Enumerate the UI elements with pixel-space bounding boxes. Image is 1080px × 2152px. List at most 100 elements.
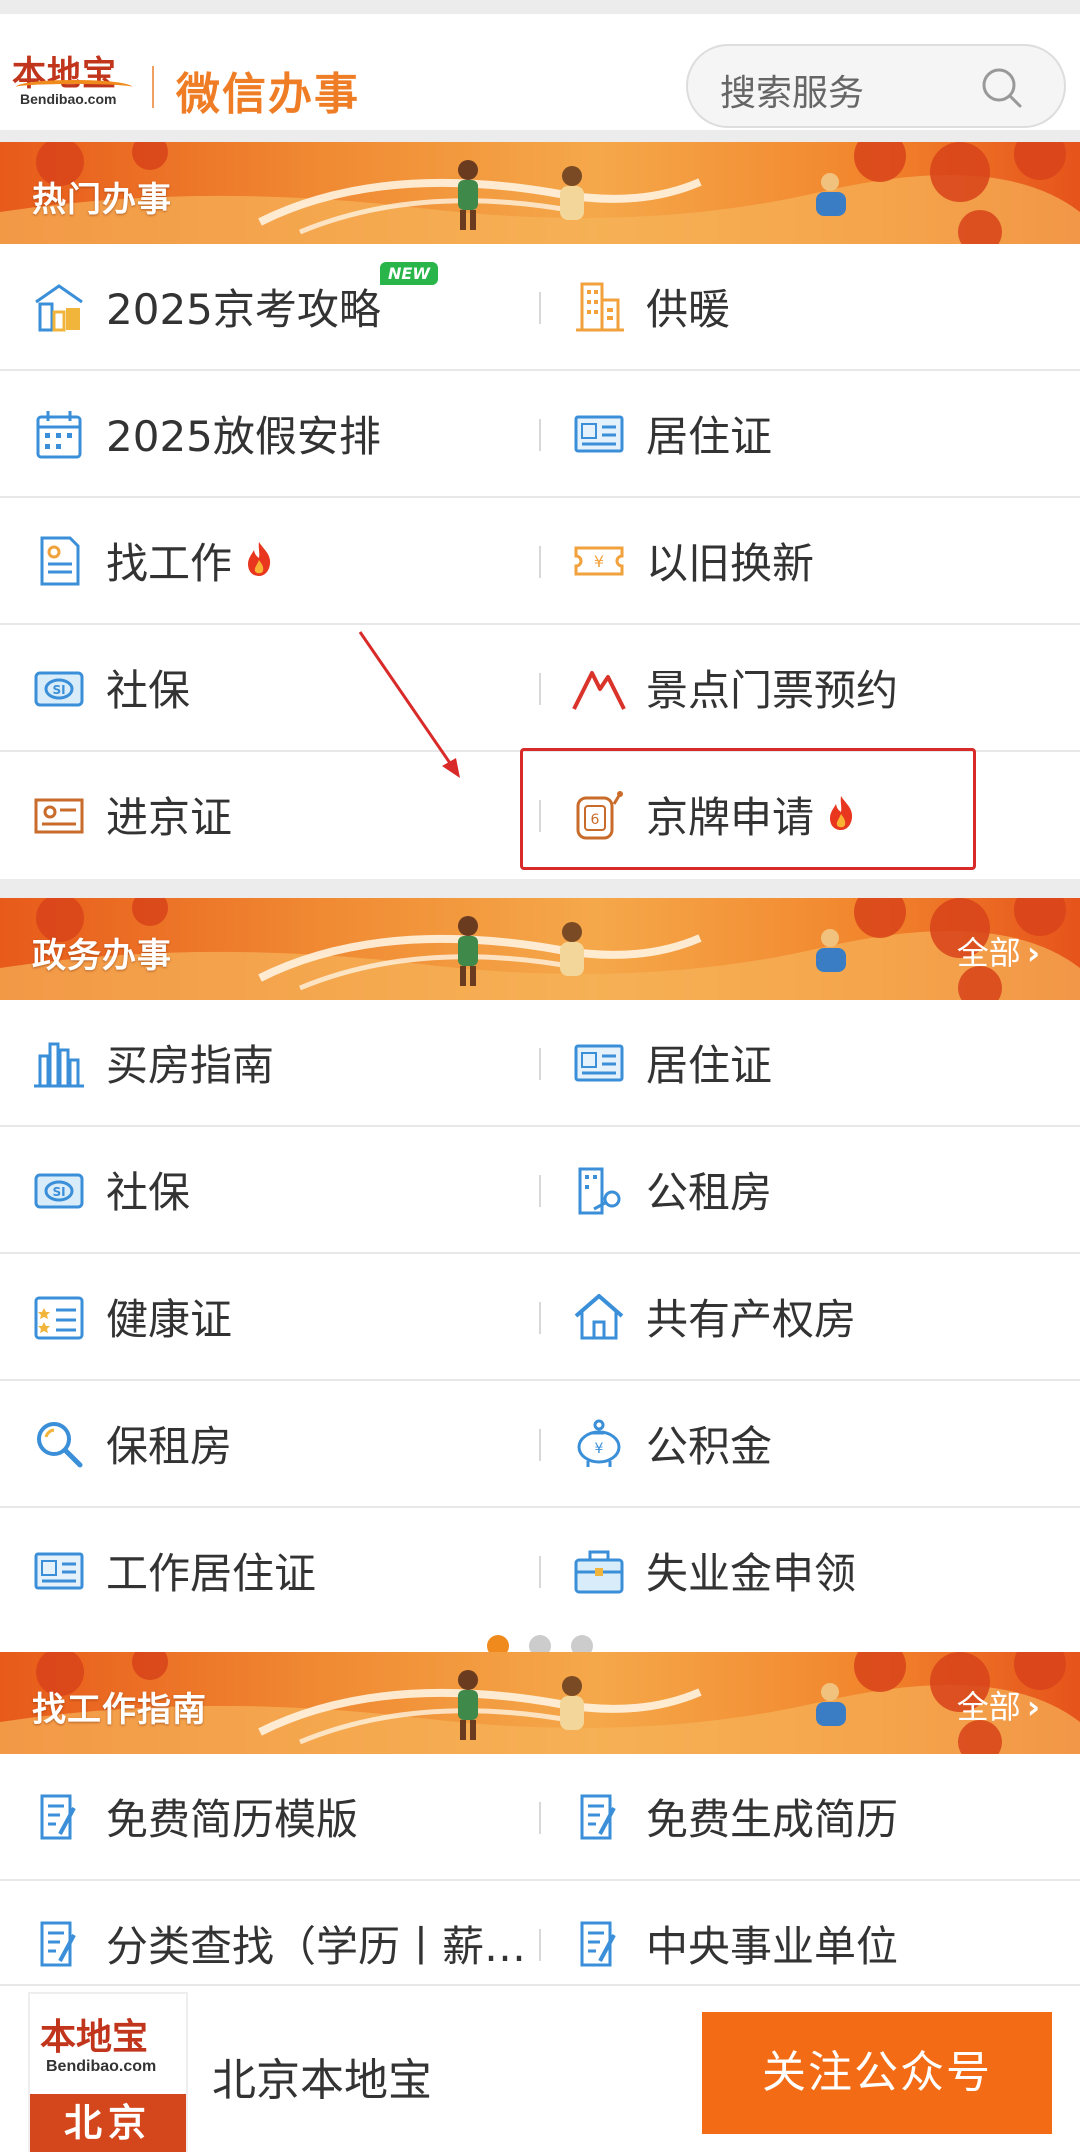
view-all-label: 全部 bbox=[956, 1688, 1021, 1726]
service-row: 2025放假安排 居住证 bbox=[0, 371, 1080, 498]
school-icon bbox=[30, 278, 88, 336]
service-item[interactable]: 找工作 bbox=[30, 498, 530, 623]
service-grid: 免费简历模版 免费生成简历分类查找（学历丨薪… 中央事业单位 bbox=[0, 1754, 1080, 2008]
service-item[interactable]: 失业金申领 bbox=[570, 1508, 1060, 1633]
service-label: 社保 bbox=[106, 1168, 191, 1217]
column-divider bbox=[539, 419, 541, 451]
column-divider bbox=[539, 1556, 541, 1588]
service-item[interactable]: 2025京考攻略 NEW bbox=[30, 244, 530, 369]
column-divider bbox=[539, 1175, 541, 1207]
service-item[interactable]: 进京证 bbox=[30, 752, 530, 877]
footer-logo-text: 本地宝 bbox=[40, 2016, 149, 2058]
footer-logo-domain: Bendibao.com bbox=[46, 2058, 157, 2075]
service-label: 景点门票预约 bbox=[646, 666, 899, 715]
section-2: 找工作指南 全部 › 免费简历模版 免费生成简历分类查找（学历丨薪… 中央事业单位 bbox=[0, 1652, 1080, 2008]
section-banner: 找工作指南 全部 › bbox=[0, 1652, 1080, 1754]
coupon-icon: ¥ bbox=[570, 532, 628, 590]
id-card-icon bbox=[570, 405, 628, 463]
section-banner: 政务办事 全部 › bbox=[0, 898, 1080, 1000]
service-item[interactable]: 居住证 bbox=[570, 371, 1060, 496]
service-item[interactable]: 买房指南 bbox=[30, 1000, 530, 1125]
service-label: 保租房 bbox=[106, 1422, 233, 1471]
search-icon bbox=[30, 1415, 88, 1473]
section-1: 政务办事 全部 › 买房指南 居住证 SI 社保 公租房 健康证 共有产权房 保租房 ¥ 公积金 工作居住… bbox=[0, 898, 1080, 1675]
column-divider bbox=[539, 1048, 541, 1080]
social-security-icon: SI bbox=[30, 659, 88, 717]
account-name: 北京本地宝 bbox=[212, 2055, 432, 2106]
service-label: 工作居住证 bbox=[106, 1549, 317, 1598]
service-item[interactable]: SI 社保 bbox=[30, 625, 530, 750]
service-item[interactable]: 工作居住证 bbox=[30, 1508, 530, 1633]
service-item[interactable]: 共有产权房 bbox=[570, 1254, 1060, 1379]
service-item[interactable]: 居住证 bbox=[570, 1000, 1060, 1125]
service-row: SI 社保 景点门票预约 bbox=[0, 625, 1080, 752]
service-item[interactable]: 保租房 bbox=[30, 1381, 530, 1506]
account-avatar[interactable]: 本地宝 Bendibao.com 北京 bbox=[28, 1992, 188, 2152]
view-all-label: 全部 bbox=[956, 934, 1021, 972]
search-input[interactable]: 搜索服务 bbox=[686, 44, 1066, 128]
service-label: 居住证 bbox=[646, 412, 773, 461]
service-label: 免费生成简历 bbox=[646, 1795, 899, 1844]
service-item[interactable]: ¥ 公积金 bbox=[570, 1381, 1060, 1506]
id-card-icon bbox=[30, 1542, 88, 1600]
svg-text:SI: SI bbox=[52, 1185, 65, 1199]
service-label: 社保 bbox=[106, 666, 191, 715]
service-item[interactable]: ¥ 以旧换新 bbox=[570, 498, 1060, 623]
service-label: 2025放假安排 bbox=[106, 412, 381, 461]
column-divider bbox=[539, 1302, 541, 1334]
service-item[interactable]: 免费生成简历 bbox=[570, 1754, 1060, 1879]
briefcase-icon bbox=[570, 1542, 628, 1600]
service-label: 分类查找（学历丨薪… bbox=[106, 1922, 527, 1971]
section-title: 找工作指南 bbox=[32, 1690, 207, 1730]
new-badge: NEW bbox=[380, 262, 438, 285]
logo-separator bbox=[152, 66, 154, 108]
city-icon bbox=[30, 1034, 88, 1092]
health-card-icon bbox=[30, 1288, 88, 1346]
service-label: 健康证 bbox=[106, 1295, 233, 1344]
svg-text:¥: ¥ bbox=[594, 552, 604, 571]
service-item[interactable]: 免费简历模版 bbox=[30, 1754, 530, 1879]
logo-arc bbox=[16, 80, 132, 94]
hot-fire-icon bbox=[232, 540, 274, 582]
service-label: 中央事业单位 bbox=[646, 1922, 899, 1971]
service-label: 找工作 bbox=[106, 539, 233, 588]
service-row: 2025京考攻略 NEW 供暖 bbox=[0, 244, 1080, 371]
bendibao-logo[interactable]: 本地宝 Bendibao.com bbox=[12, 46, 136, 112]
service-label: 免费简历模版 bbox=[106, 1795, 359, 1844]
follow-account-button[interactable]: 关注公众号 bbox=[702, 2012, 1052, 2134]
section-title: 政务办事 bbox=[32, 936, 172, 976]
service-item[interactable]: 供暖 bbox=[570, 244, 1060, 369]
footer-bar: 本地宝 Bendibao.com 北京 北京本地宝 关注公众号 bbox=[0, 1984, 1080, 2152]
edit-doc-icon bbox=[30, 1915, 88, 1973]
footer-city-label: 北京 bbox=[30, 2094, 186, 2152]
piggy-bank-icon: ¥ bbox=[570, 1415, 628, 1473]
service-row: 免费简历模版 免费生成简历 bbox=[0, 1754, 1080, 1881]
service-item[interactable]: 健康证 bbox=[30, 1254, 530, 1379]
edit-doc-icon bbox=[570, 1915, 628, 1973]
chevron-right-icon: › bbox=[1026, 934, 1040, 972]
service-label: 居住证 bbox=[646, 1041, 773, 1090]
svg-text:¥: ¥ bbox=[595, 1441, 604, 1457]
view-all-link[interactable]: 全部 › bbox=[957, 928, 1040, 974]
service-row: 工作居住证 失业金申领 bbox=[0, 1508, 1080, 1635]
section-banner: 热门办事 bbox=[0, 142, 1080, 244]
section-title: 热门办事 bbox=[32, 180, 172, 220]
service-row: 买房指南 居住证 bbox=[0, 1000, 1080, 1127]
service-item[interactable]: 公租房 bbox=[570, 1127, 1060, 1252]
service-item[interactable]: 景点门票预约 bbox=[570, 625, 1060, 750]
column-divider bbox=[539, 1429, 541, 1461]
service-label: 共有产权房 bbox=[646, 1295, 857, 1344]
service-row: 保租房 ¥ 公积金 bbox=[0, 1381, 1080, 1508]
column-divider bbox=[539, 673, 541, 705]
service-item[interactable]: SI 社保 bbox=[30, 1127, 530, 1252]
service-label: 失业金申领 bbox=[646, 1549, 857, 1598]
service-label: 供暖 bbox=[646, 285, 731, 334]
service-label: 2025京考攻略 bbox=[106, 285, 381, 334]
column-divider bbox=[539, 1929, 541, 1961]
service-item[interactable]: 2025放假安排 bbox=[30, 371, 530, 496]
service-label: 公租房 bbox=[646, 1168, 773, 1217]
search-icon[interactable] bbox=[980, 66, 1024, 110]
service-label: 以旧换新 bbox=[646, 539, 815, 588]
calendar-icon bbox=[30, 405, 88, 463]
view-all-link[interactable]: 全部 › bbox=[957, 1682, 1040, 1728]
